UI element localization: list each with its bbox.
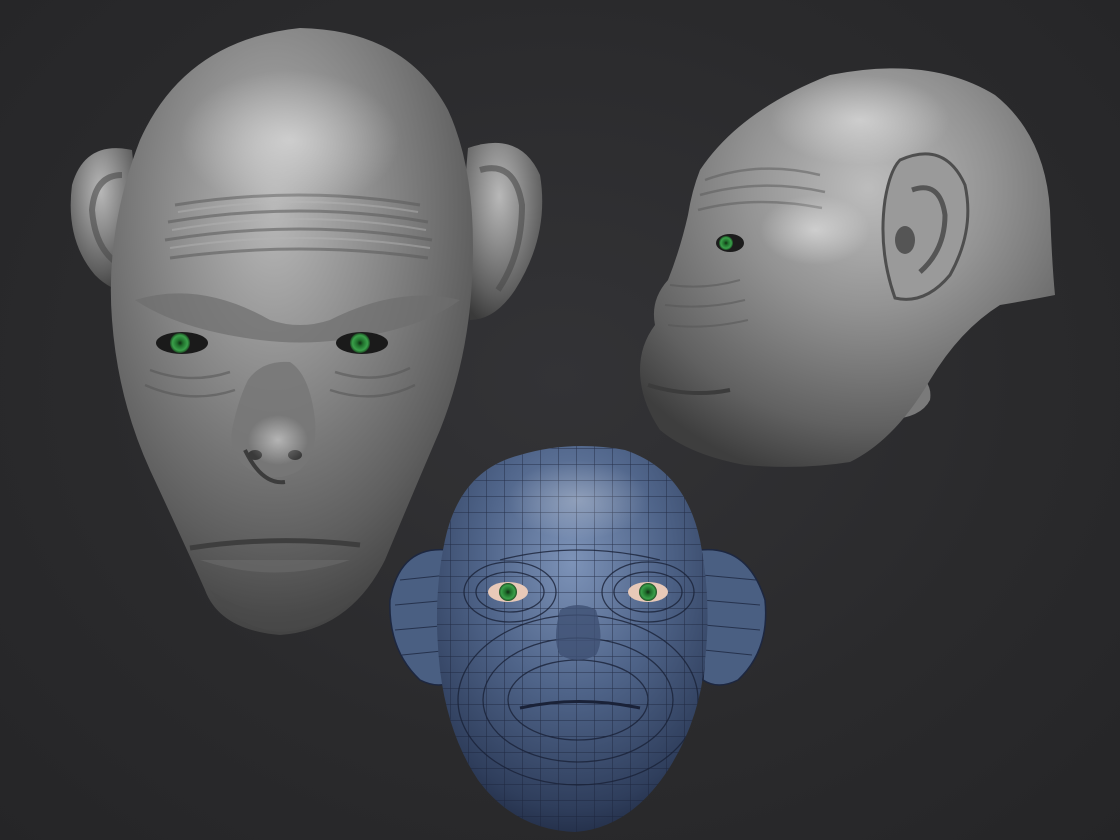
left-eye xyxy=(170,333,190,353)
side-gray-head xyxy=(640,68,1055,467)
side-eye xyxy=(719,236,733,250)
wire-right-eye xyxy=(639,583,657,601)
right-eye xyxy=(350,333,370,353)
blue-wireframe-head xyxy=(389,446,767,832)
wire-left-eye xyxy=(499,583,517,601)
viewport-canvas xyxy=(0,0,1120,840)
render-scene xyxy=(70,28,1055,832)
